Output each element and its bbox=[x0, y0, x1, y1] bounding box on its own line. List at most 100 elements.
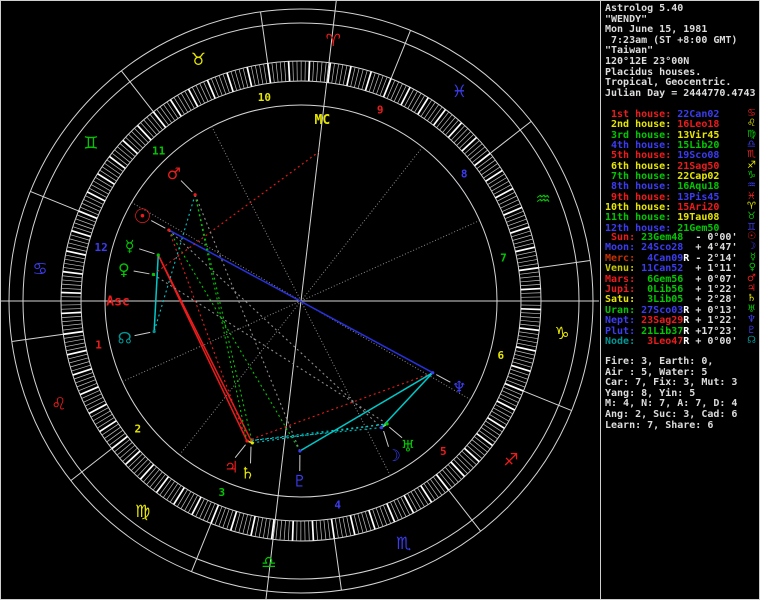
house-label: 5th house: bbox=[605, 150, 678, 162]
house-number: 9 bbox=[377, 104, 384, 117]
planet-velocity: + 1°22' bbox=[689, 315, 738, 327]
degree-tick bbox=[210, 78, 220, 98]
aspect-line-tri bbox=[194, 194, 248, 442]
degree-tick bbox=[520, 292, 541, 294]
degree-tick bbox=[376, 75, 384, 95]
degree-tick bbox=[331, 63, 335, 84]
sign-boundary-line bbox=[523, 390, 572, 412]
degree-tick bbox=[316, 61, 319, 82]
zodiac-sign-glyph: ♑ bbox=[554, 324, 569, 344]
degree-tick bbox=[518, 266, 539, 272]
degree-tick bbox=[61, 291, 82, 295]
planet-position-value: 27Sco03 bbox=[635, 304, 684, 316]
degree-tick bbox=[99, 420, 117, 433]
planet-row: Node: 3Leo47R + 0°00' ☊ bbox=[601, 335, 759, 347]
degree-tick bbox=[262, 518, 267, 539]
degree-tick bbox=[64, 338, 85, 343]
aspect-line-tri bbox=[194, 194, 253, 443]
degree-tick bbox=[63, 262, 84, 267]
zodiac-sign-glyph: ♍ bbox=[135, 502, 150, 522]
degree-tick bbox=[93, 180, 111, 192]
degree-tick bbox=[516, 250, 536, 256]
degree-tick bbox=[61, 279, 82, 283]
planet-position-dot bbox=[431, 371, 435, 375]
degree-tick bbox=[410, 491, 422, 510]
sign-boundary-line bbox=[448, 489, 482, 532]
degree-tick bbox=[254, 65, 260, 86]
degree-tick bbox=[238, 69, 245, 89]
degree-tick bbox=[78, 382, 98, 392]
stat-line: Fire: 3, Earth: 0, bbox=[605, 356, 714, 367]
planet-glyph-plut: ♇ bbox=[293, 472, 307, 491]
degree-tick bbox=[195, 498, 205, 517]
degree-tick bbox=[152, 111, 167, 129]
degree-tick bbox=[456, 131, 472, 146]
degree-tick bbox=[515, 246, 536, 253]
degree-tick bbox=[83, 393, 102, 403]
degree-tick bbox=[111, 435, 129, 450]
house-number: 3 bbox=[218, 486, 225, 499]
planet-position-value: 21Lib37 bbox=[635, 325, 684, 337]
aspect-line-squ bbox=[246, 372, 433, 442]
degree-tick bbox=[250, 66, 256, 86]
planet-position-dot bbox=[156, 253, 160, 257]
zodiac-sign-glyph: ♊ bbox=[83, 134, 98, 154]
degree-tick bbox=[413, 489, 425, 507]
degree-tick bbox=[86, 400, 106, 411]
degree-tick bbox=[515, 346, 536, 352]
degree-tick bbox=[166, 483, 179, 501]
degree-tick bbox=[515, 350, 535, 356]
house-cusp-line bbox=[300, 219, 480, 302]
planet-position-value: 11Can52 bbox=[635, 263, 684, 275]
planet-glyph-venu: ♀ bbox=[118, 260, 130, 279]
degree-tick bbox=[136, 124, 152, 141]
header-line: Julian Day = 2444770.4743 bbox=[605, 87, 756, 99]
degree-tick bbox=[218, 507, 226, 527]
degree-tick bbox=[500, 199, 519, 209]
degree-tick bbox=[81, 202, 101, 212]
planet-position-dot bbox=[379, 426, 384, 430]
house-cusp-value: 15Lib20 bbox=[677, 140, 720, 152]
degree-tick bbox=[95, 413, 113, 425]
planet-pointer-line bbox=[383, 430, 389, 447]
degree-tick bbox=[61, 283, 82, 286]
degree-tick bbox=[478, 159, 496, 173]
sign-boundary-line bbox=[11, 333, 64, 342]
degree-tick bbox=[203, 81, 212, 101]
degree-tick bbox=[390, 501, 399, 521]
degree-tick bbox=[407, 90, 418, 109]
degree-tick bbox=[498, 195, 517, 205]
house-cusp-line bbox=[179, 300, 302, 456]
degree-tick bbox=[503, 206, 523, 216]
degree-tick bbox=[520, 287, 541, 291]
sign-boundary-line bbox=[489, 120, 532, 154]
degree-tick bbox=[400, 86, 411, 106]
aspect-line-ssx bbox=[380, 372, 434, 429]
degree-tick bbox=[506, 214, 526, 223]
degree-tick bbox=[108, 155, 126, 170]
planet-name: Moon: bbox=[605, 242, 636, 254]
degree-tick bbox=[410, 93, 422, 111]
house-cusp-value: 16Leo18 bbox=[677, 119, 720, 131]
degree-tick bbox=[61, 315, 82, 318]
degree-tick bbox=[346, 516, 352, 536]
house-cusp-list: 1st house: 22Can02 ♋ 2nd house: 16Leo18 ♌ … bbox=[601, 108, 759, 234]
degree-tick bbox=[210, 504, 220, 524]
house-label: 4th house: bbox=[605, 140, 678, 152]
degree-tick bbox=[473, 152, 491, 167]
planet-position-dot bbox=[250, 441, 254, 445]
degree-tick bbox=[130, 456, 146, 471]
planet-pointer-line bbox=[150, 220, 166, 229]
degree-tick bbox=[66, 349, 87, 356]
degree-tick bbox=[287, 520, 290, 541]
degree-tick bbox=[97, 172, 115, 186]
degree-tick bbox=[483, 423, 501, 436]
house-cusp-value: 15Ari20 bbox=[677, 202, 720, 214]
degree-tick bbox=[520, 307, 541, 311]
degree-tick bbox=[429, 478, 443, 496]
degree-tick bbox=[119, 444, 136, 459]
degree-tick bbox=[485, 169, 503, 182]
degree-tick bbox=[202, 501, 212, 521]
degree-tick bbox=[357, 513, 364, 533]
degree-tick bbox=[346, 66, 352, 87]
